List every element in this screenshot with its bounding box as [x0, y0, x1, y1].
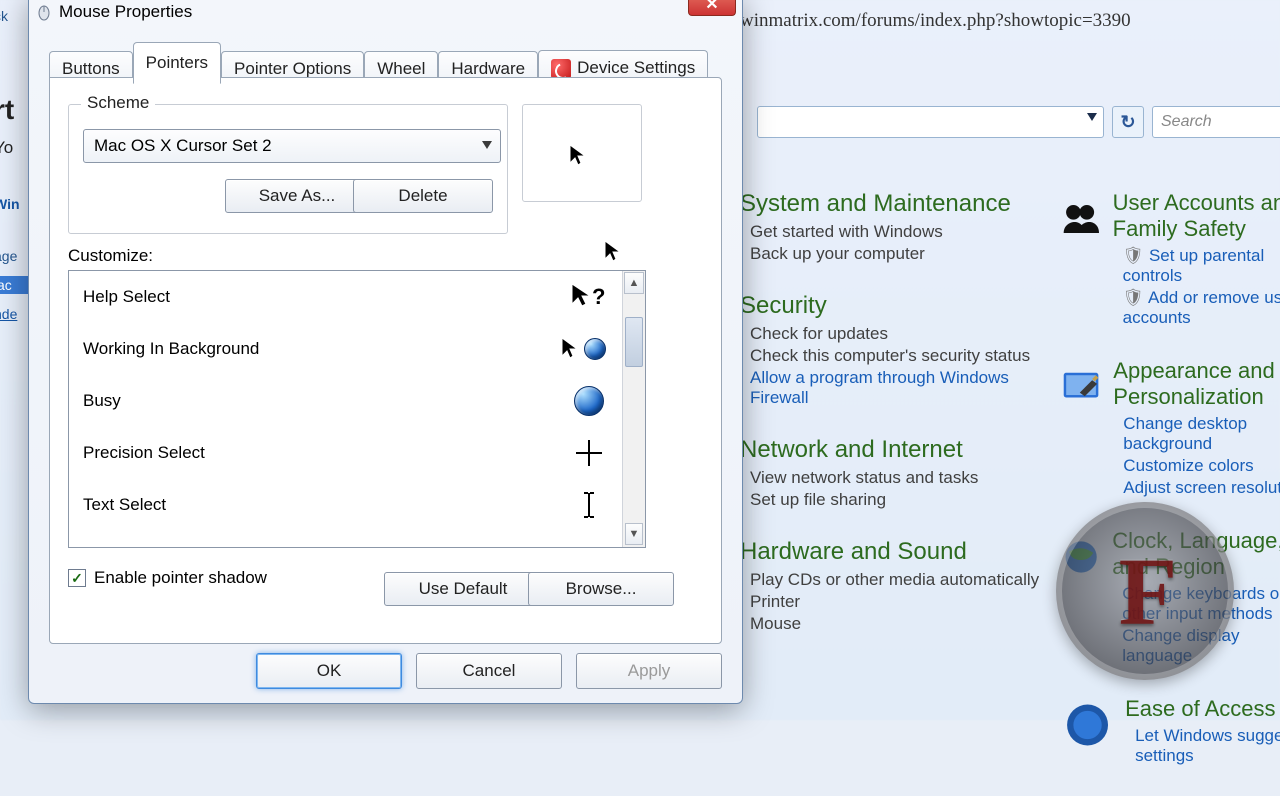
- cp-link[interactable]: Customize colors: [1123, 456, 1280, 476]
- preview-cursor-icon: [568, 143, 588, 173]
- cp-link[interactable]: Get started with Windows: [750, 222, 1050, 242]
- cp-link[interactable]: Play CDs or other media automatically: [750, 570, 1050, 590]
- enable-shadow-label: Enable pointer shadow: [94, 568, 267, 588]
- svg-text:?: ?: [592, 284, 605, 309]
- cp-link[interactable]: Printer: [750, 592, 1050, 612]
- cp-link[interactable]: Check for updates: [750, 324, 1050, 344]
- cp-link[interactable]: Adjust screen resolution: [1123, 478, 1280, 498]
- scroll-thumb[interactable]: [625, 317, 643, 367]
- cursor-name: Precision Select: [83, 443, 205, 463]
- cp-heading-system[interactable]: System and Maintenance: [740, 190, 1050, 218]
- cp-link[interactable]: Set up file sharing: [750, 490, 1050, 510]
- cp-heading-ease[interactable]: Ease of Access: [1125, 696, 1280, 722]
- cp-heading-hardware[interactable]: Hardware and Sound: [740, 538, 1050, 566]
- cp-heading-accounts[interactable]: User Accounts and Family Safety: [1113, 190, 1280, 242]
- chevron-down-icon: [482, 141, 492, 149]
- scroll-up-button[interactable]: ▲: [624, 272, 644, 294]
- delete-button[interactable]: Delete: [353, 179, 493, 213]
- cp-link[interactable]: 🛡 Set up parental controls: [1123, 246, 1280, 286]
- mouse-icon: [35, 3, 53, 21]
- dialog-button-row: OK Cancel Apply: [29, 645, 742, 697]
- cursor-name: Busy: [83, 391, 121, 411]
- ease-icon: [1060, 696, 1115, 754]
- cp-link[interactable]: Back up your computer: [750, 244, 1050, 264]
- synaptics-icon: [551, 59, 571, 79]
- title-bar[interactable]: Mouse Properties: [29, 0, 742, 29]
- address-bar-fragment: winmatrix.com/forums/index.php?showtopic…: [740, 10, 1131, 32]
- cancel-button[interactable]: Cancel: [416, 653, 562, 689]
- list-item[interactable]: Text Select: [69, 479, 623, 531]
- scheme-label: Scheme: [81, 93, 155, 113]
- left-partial-strip: ckrt Yo Win age ac nde: [0, 0, 28, 720]
- cp-link[interactable]: Change desktop background: [1123, 414, 1280, 454]
- tab-pointers[interactable]: Pointers: [133, 42, 221, 84]
- busy-icon: [569, 381, 609, 421]
- cursor-name: Text Select: [83, 495, 166, 515]
- control-panel-column-2: User Accounts and Family Safety 🛡 Set up…: [1060, 190, 1280, 796]
- appearance-icon: [1060, 358, 1103, 416]
- use-default-button[interactable]: Use Default: [384, 572, 542, 606]
- working-background-icon: [557, 329, 609, 369]
- text-select-icon: [569, 485, 609, 525]
- apply-button[interactable]: Apply: [576, 653, 722, 689]
- precision-select-icon: [569, 433, 609, 473]
- enable-shadow-checkbox[interactable]: ✓: [68, 569, 86, 587]
- cp-link[interactable]: 🛡 Add or remove user accounts: [1123, 288, 1280, 328]
- control-panel-column-1: System and Maintenance Get started with …: [740, 190, 1050, 662]
- globe-icon: [1060, 528, 1102, 586]
- ok-button[interactable]: OK: [256, 653, 402, 689]
- chevron-down-icon: [1087, 113, 1097, 121]
- browse-button[interactable]: Browse...: [528, 572, 674, 606]
- scheme-dropdown[interactable]: Mac OS X Cursor Set 2: [83, 129, 501, 163]
- list-item[interactable]: Busy: [69, 375, 623, 427]
- close-icon: ✕: [705, 0, 718, 14]
- list-item[interactable]: Precision Select: [69, 427, 623, 479]
- cp-heading-appearance[interactable]: Appearance and Personalization: [1113, 358, 1280, 410]
- list-item[interactable]: Working In Background: [69, 323, 623, 375]
- dialog-title: Mouse Properties: [59, 2, 192, 22]
- cp-heading-clock[interactable]: Clock, Language, and Region: [1112, 528, 1280, 580]
- scroll-down-button[interactable]: ▼: [625, 523, 643, 545]
- list-scrollbar[interactable]: ▲ ▼: [622, 271, 645, 547]
- enable-shadow-row[interactable]: ✓ Enable pointer shadow: [68, 568, 267, 588]
- help-select-icon: ?: [569, 277, 609, 317]
- users-icon: [1060, 190, 1103, 248]
- cp-link[interactable]: View network status and tasks: [750, 468, 1050, 488]
- cp-link[interactable]: Check this computer's security status: [750, 346, 1050, 366]
- cursor-list-viewport: Help Select ? Working In Background Busy: [69, 271, 623, 547]
- close-button[interactable]: ✕: [688, 0, 736, 16]
- cp-link[interactable]: Change display language: [1122, 626, 1280, 666]
- cp-heading-security[interactable]: Security: [740, 292, 1050, 320]
- toolbar-search-area: ↻ Search: [757, 106, 1280, 138]
- cp-heading-network[interactable]: Network and Internet: [740, 436, 1050, 464]
- cp-link[interactable]: Mouse: [750, 614, 1050, 634]
- cursor-name: Working In Background: [83, 339, 259, 359]
- scheme-value: Mac OS X Cursor Set 2: [94, 136, 272, 156]
- stray-cursor-icon: [603, 239, 623, 269]
- customize-label: Customize:: [68, 246, 153, 266]
- tab-page-pointers: Scheme Mac OS X Cursor Set 2 Save As... …: [49, 77, 722, 644]
- cp-link[interactable]: Change keyboards or other input methods: [1122, 584, 1280, 624]
- list-item[interactable]: Help Select ?: [69, 271, 623, 323]
- path-dropdown[interactable]: [757, 106, 1104, 138]
- cursor-listbox[interactable]: Help Select ? Working In Background Busy: [68, 270, 646, 548]
- scheme-groupbox: Scheme Mac OS X Cursor Set 2 Save As... …: [68, 104, 508, 234]
- cp-link[interactable]: Allow a program through Windows Firewall: [750, 368, 1050, 408]
- cursor-name: Help Select: [83, 287, 170, 307]
- save-as-button[interactable]: Save As...: [225, 179, 369, 213]
- mouse-properties-dialog: Mouse Properties ✕ Buttons Pointers Poin…: [28, 0, 743, 704]
- search-input[interactable]: Search: [1152, 106, 1280, 138]
- cp-link[interactable]: Let Windows suggest settings: [1135, 726, 1280, 766]
- refresh-button[interactable]: ↻: [1112, 106, 1144, 138]
